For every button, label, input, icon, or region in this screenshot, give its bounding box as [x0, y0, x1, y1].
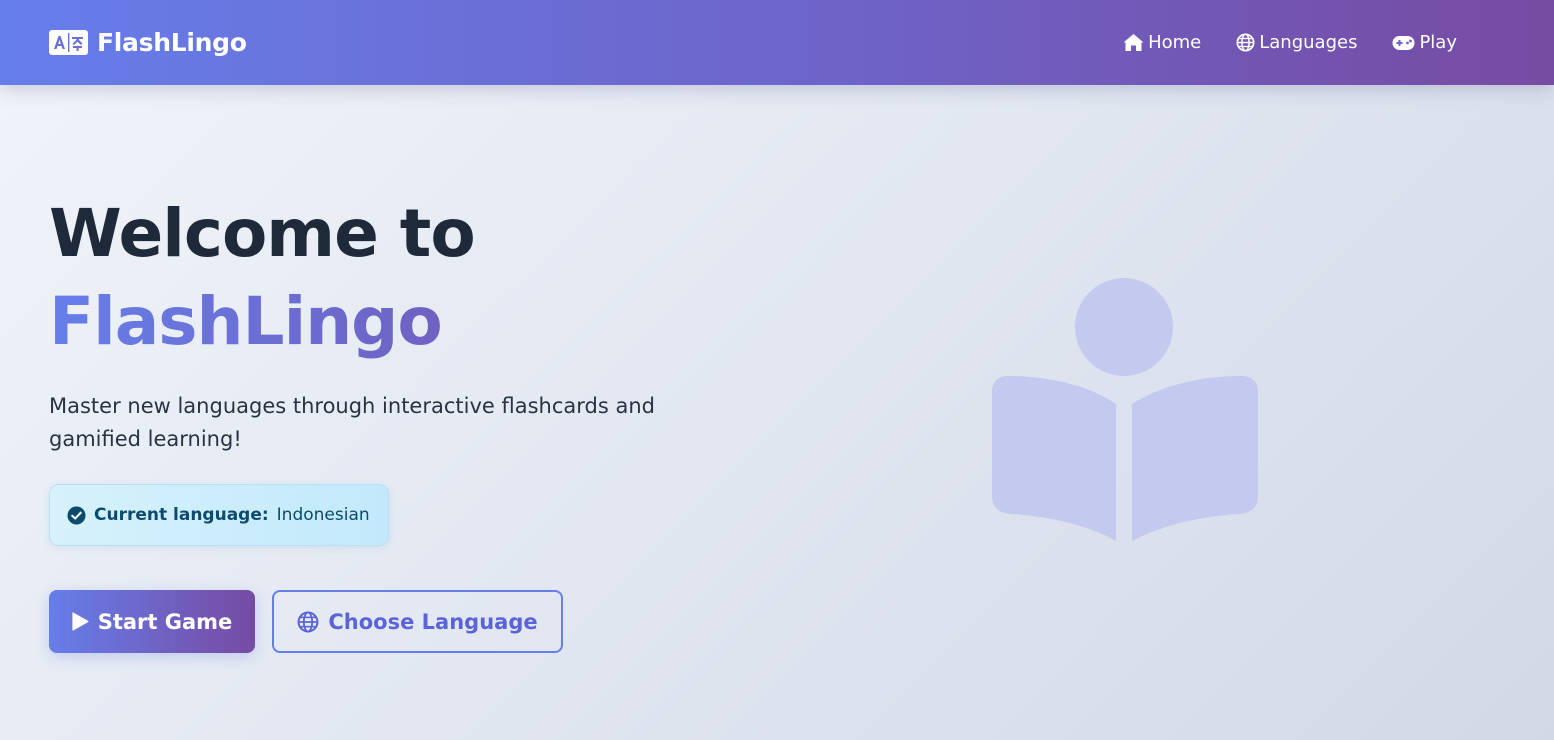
- hero-title-brand: FlashLingo: [49, 278, 749, 366]
- hero-title-line1: Welcome to: [49, 195, 476, 272]
- hero-title: Welcome to FlashLingo: [49, 190, 749, 366]
- choose-language-label: Choose Language: [328, 609, 538, 634]
- start-game-button[interactable]: Start Game: [49, 590, 255, 653]
- hero-illustration: [990, 276, 1260, 544]
- globe-icon: [297, 611, 319, 632]
- gamepad-icon: [1392, 35, 1415, 50]
- nav-link-home-label: Home: [1148, 32, 1202, 53]
- choose-language-button[interactable]: Choose Language: [272, 590, 563, 653]
- brand-logo[interactable]: FlashLingo: [49, 28, 247, 57]
- brand-name: FlashLingo: [97, 28, 247, 57]
- start-game-label: Start Game: [97, 609, 233, 634]
- current-language-label: Current language:: [94, 505, 269, 525]
- nav-link-play[interactable]: Play: [1392, 32, 1457, 53]
- current-language-alert: Current language: Indonesian: [49, 484, 389, 546]
- hero-subtitle: Master new languages through interactive…: [49, 394, 655, 451]
- hero-section: Welcome to FlashLingo Master new languag…: [49, 190, 749, 653]
- home-icon: [1123, 34, 1144, 51]
- play-icon: [72, 612, 89, 631]
- nav-link-languages[interactable]: Languages: [1236, 32, 1357, 53]
- check-circle-icon: [67, 505, 86, 525]
- nav-link-languages-label: Languages: [1259, 32, 1358, 53]
- hero-actions: Start Game Choose Language: [49, 590, 749, 653]
- book-reader-icon: [992, 278, 1258, 541]
- language-icon: [49, 30, 88, 55]
- current-language-value: Indonesian: [276, 505, 370, 525]
- globe-icon: [1236, 33, 1255, 52]
- nav-link-home[interactable]: Home: [1123, 32, 1201, 53]
- nav-links: Home Languages Play: [1123, 32, 1457, 53]
- nav-link-play-label: Play: [1419, 32, 1457, 53]
- top-navbar: FlashLingo Home Languages Play: [0, 0, 1554, 85]
